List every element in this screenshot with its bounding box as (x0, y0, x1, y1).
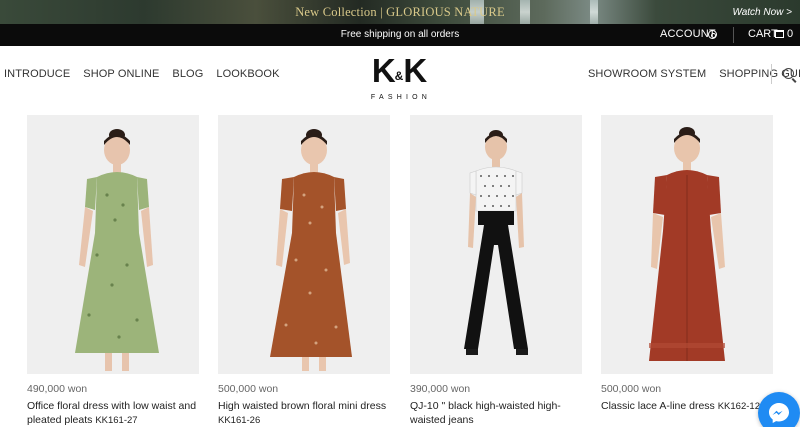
search-icon[interactable] (783, 68, 794, 79)
product-price: 500,000 won (601, 383, 662, 395)
product-image[interactable] (27, 115, 199, 374)
product-card[interactable]: 390,000 won QJ-10 " black high-waisted h… (410, 115, 582, 427)
promo-title: New Collection | GLORIOUS NATURE (295, 5, 505, 19)
nav-showroom-system[interactable]: SHOWROOM SYSTEM (588, 68, 706, 80)
nav-introduce[interactable]: INTRODUCE (4, 68, 70, 80)
messenger-icon (769, 403, 789, 423)
divider (771, 64, 772, 84)
product-image[interactable] (601, 115, 773, 374)
top-bar: Free shipping on all orders ACCOUNT CART… (0, 24, 800, 46)
product-price: 500,000 won (218, 383, 279, 395)
nav-shop-online[interactable]: SHOP ONLINE (83, 68, 159, 80)
product-sku: KK161-26 (218, 415, 261, 426)
divider (733, 27, 734, 43)
product-card[interactable]: 500,000 won High waisted brown floral mi… (218, 115, 390, 427)
watch-now-link[interactable]: Watch Now > (732, 7, 792, 18)
product-name[interactable]: Office floral dress with low waist and p… (27, 399, 199, 427)
nav-blog[interactable]: BLOG (172, 68, 203, 80)
brand-logo[interactable]: K&K FASHION (364, 52, 434, 101)
product-price: 490,000 won (27, 383, 88, 395)
product-name[interactable]: High waisted brown floral mini dress KK1… (218, 399, 390, 427)
cart-count: 0 (787, 28, 794, 40)
product-image[interactable] (218, 115, 390, 374)
product-sku: KK161-27 (95, 415, 138, 426)
user-icon[interactable] (708, 30, 717, 39)
product-image[interactable] (410, 115, 582, 374)
nav-lookbook[interactable]: LOOKBOOK (216, 68, 279, 80)
product-card[interactable]: 490,000 won Office floral dress with low… (27, 115, 199, 427)
cart-icon[interactable] (775, 30, 784, 38)
product-card[interactable]: 500,000 won Classic lace A-line dress KK… (601, 115, 773, 414)
product-name[interactable]: Classic lace A-line dress KK162-12 (601, 399, 773, 414)
logo-mark: K&K (371, 52, 427, 89)
main-nav-left: INTRODUCE SHOP ONLINE BLOG LOOKBOOK (4, 68, 280, 80)
cart-link[interactable]: CART (748, 28, 778, 40)
main-nav-right: SHOWROOM SYSTEM SHOPPING GUIDE (588, 68, 800, 80)
promo-banner[interactable]: New Collection | GLORIOUS NATURE Watch N… (0, 0, 800, 24)
product-name[interactable]: QJ-10 " black high-waisted high-waisted … (410, 399, 582, 427)
product-sku: KK162-12 (717, 401, 760, 412)
product-price: 390,000 won (410, 383, 471, 395)
logo-subtitle: FASHION (370, 94, 432, 101)
messenger-chat-button[interactable] (758, 392, 800, 427)
